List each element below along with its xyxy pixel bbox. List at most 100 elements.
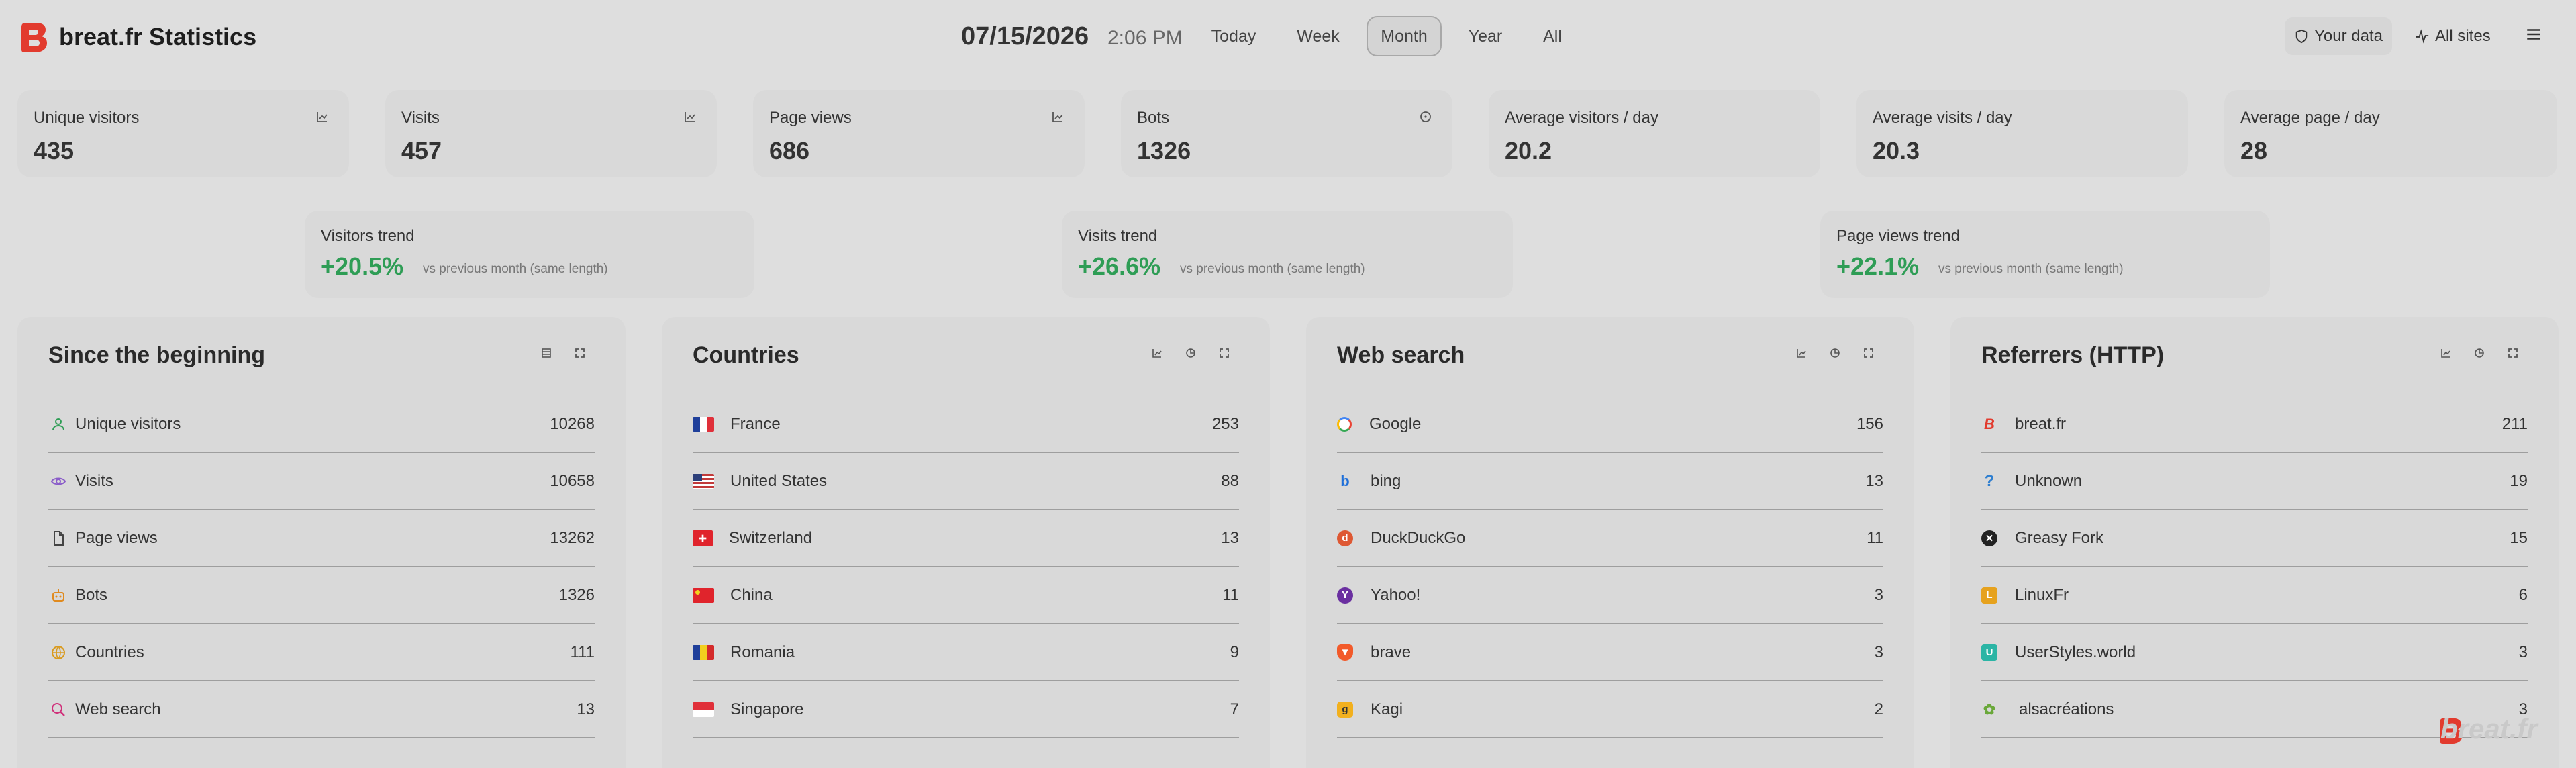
info-icon[interactable] <box>1419 110 1432 124</box>
trend-comparison: vs previous month (same length) <box>1180 262 1365 276</box>
site-title: breat.fr Statistics <box>59 23 257 50</box>
chart-icon[interactable] <box>315 110 329 124</box>
row-label: Romania <box>730 642 795 661</box>
list-item[interactable]: Singapore 7 <box>693 681 1239 738</box>
chart-icon[interactable] <box>1789 341 1814 365</box>
list-item[interactable]: ✕ Greasy Fork 15 <box>1981 510 2528 567</box>
eye-icon <box>48 471 68 491</box>
flag-sg-icon <box>693 702 714 717</box>
all-sites-button[interactable]: All sites <box>2415 17 2502 55</box>
row-value: 3 <box>1874 642 1883 661</box>
current-date: 07/15/2026 <box>961 22 1089 50</box>
list-item[interactable]: Bots 1326 <box>48 567 595 624</box>
list-item[interactable]: B breat.fr 211 <box>1981 396 2528 453</box>
period-year-button[interactable]: Year <box>1458 16 1513 56</box>
row-label: Google <box>1369 414 1422 433</box>
row-value: 11 <box>1222 585 1239 604</box>
list-item[interactable]: Google 156 <box>1337 396 1883 453</box>
row-label: Web search <box>75 700 161 718</box>
list-item[interactable]: ? Unknown 19 <box>1981 453 2528 510</box>
row-label: Switzerland <box>729 528 813 547</box>
all-sites-label: All sites <box>2435 27 2491 45</box>
stat-card-unique-visitors: Unique visitors 435 <box>17 90 349 177</box>
list-item[interactable]: Unique visitors 10268 <box>48 396 595 453</box>
panel-title: Since the beginning <box>48 342 266 368</box>
page-icon <box>48 528 68 548</box>
row-value: 9 <box>1230 642 1239 661</box>
list-item[interactable]: Romania 9 <box>693 624 1239 681</box>
panel-title: Referrers (HTTP) <box>1981 342 2165 368</box>
list-item[interactable]: Visits 10658 <box>48 453 595 510</box>
stat-card-bots: Bots 1326 <box>1121 90 1452 177</box>
stat-label: Average visits / day <box>1873 109 2012 127</box>
pie-chart-icon[interactable] <box>1823 341 1847 365</box>
duckduckgo-icon: d <box>1337 530 1353 546</box>
trend-comparison: vs previous month (same length) <box>423 262 608 276</box>
row-value: 253 <box>1211 414 1239 433</box>
linuxfr-icon: L <box>1981 587 1997 604</box>
list-item[interactable]: g Kagi 2 <box>1337 681 1883 738</box>
stat-label: Average visitors / day <box>1505 109 1658 127</box>
your-data-button[interactable]: Your data <box>2285 17 2392 55</box>
period-today-button[interactable]: Today <box>1204 16 1263 56</box>
list-item[interactable]: Web search 13 <box>48 681 595 738</box>
row-label: Kagi <box>1371 700 1403 718</box>
search-list: Google 156 b bing 13 d DuckDuckGo 11 Y Y… <box>1337 396 1883 738</box>
row-value: 3 <box>2518 642 2528 661</box>
flag-ch-icon <box>693 530 713 546</box>
list-item[interactable]: China 11 <box>693 567 1239 624</box>
flag-ro-icon <box>693 644 714 660</box>
stat-card-page-views: Page views 686 <box>753 90 1085 177</box>
list-item[interactable]: Page views 13262 <box>48 510 595 567</box>
list-item[interactable]: United States 88 <box>693 453 1239 510</box>
row-label: Unknown <box>2015 471 2083 490</box>
shield-icon <box>2295 29 2308 44</box>
pie-chart-icon[interactable] <box>1179 341 1203 365</box>
row-label: Visits <box>75 471 113 490</box>
since-beginning-panel: Since the beginning Unique visitors 1026… <box>17 317 626 768</box>
period-week-button[interactable]: Week <box>1289 16 1348 56</box>
row-value: 1326 <box>558 585 595 604</box>
chart-icon[interactable] <box>2434 341 2458 365</box>
flag-cn-icon <box>693 587 714 603</box>
list-item[interactable]: Countries 111 <box>48 624 595 681</box>
row-label: bing <box>1371 471 1401 490</box>
list-item[interactable]: France 253 <box>693 396 1239 453</box>
flag-fr-icon <box>693 416 714 432</box>
breat-logo-icon[interactable] <box>19 20 50 54</box>
row-label: Unique visitors <box>75 414 181 433</box>
trend-card-visits: Visits trend +26.6% vs previous month (s… <box>1062 211 1513 298</box>
list-item[interactable]: d DuckDuckGo 11 <box>1337 510 1883 567</box>
stat-value: 20.3 <box>1873 137 1920 164</box>
period-month-button[interactable]: Month <box>1367 16 1442 56</box>
since-list: Unique visitors 10268 Visits 10658 Page … <box>48 396 595 738</box>
row-value: 11 <box>1867 528 1883 547</box>
fullscreen-icon[interactable] <box>1856 341 1881 365</box>
table-icon[interactable] <box>534 341 558 365</box>
chart-icon[interactable] <box>683 110 697 124</box>
menu-icon[interactable] <box>2525 26 2542 43</box>
flag-us-icon <box>693 473 714 489</box>
period-all-button[interactable]: All <box>1529 16 1576 56</box>
list-item[interactable]: b bing 13 <box>1337 453 1883 510</box>
row-label: France <box>730 414 781 433</box>
globe-icon <box>48 642 68 663</box>
userstyles-icon: U <box>1981 644 1997 661</box>
fullscreen-icon[interactable] <box>568 341 592 365</box>
list-item[interactable]: L LinuxFr 6 <box>1981 567 2528 624</box>
chart-icon[interactable] <box>1051 110 1064 124</box>
watermark: breat.fr <box>2440 713 2538 745</box>
list-item[interactable]: Y Yahoo! 3 <box>1337 567 1883 624</box>
list-item[interactable]: U UserStyles.world 3 <box>1981 624 2528 681</box>
your-data-label: Your data <box>2314 27 2383 45</box>
fullscreen-icon[interactable] <box>1212 341 1236 365</box>
row-value: 111 <box>570 642 595 661</box>
list-item[interactable]: ▼ brave 3 <box>1337 624 1883 681</box>
row-label: Singapore <box>730 700 804 718</box>
fullscreen-icon[interactable] <box>2501 341 2525 365</box>
list-item[interactable]: Switzerland 13 <box>693 510 1239 567</box>
chart-icon[interactable] <box>1145 341 1169 365</box>
trend-card-visitors: Visitors trend +20.5% vs previous month … <box>305 211 754 298</box>
bot-icon <box>48 585 68 606</box>
pie-chart-icon[interactable] <box>2467 341 2491 365</box>
